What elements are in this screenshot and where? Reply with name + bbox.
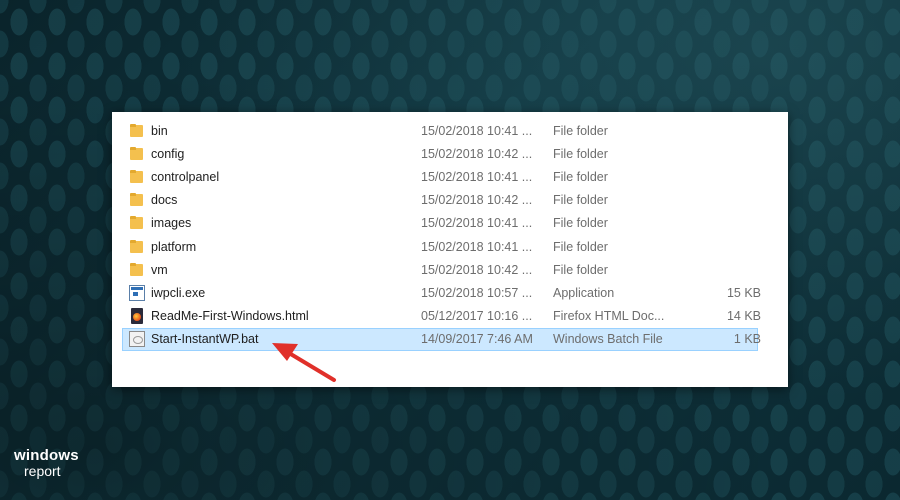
firefox-document-icon xyxy=(129,308,145,325)
folder-icon xyxy=(129,169,145,185)
file-size: 15 KB xyxy=(726,285,761,300)
file-name: images xyxy=(151,216,192,231)
file-date-modified: 15/02/2018 10:41 ... xyxy=(421,169,533,184)
batch-file-icon xyxy=(129,331,145,348)
file-date-modified: 15/02/2018 10:41 ... xyxy=(421,216,533,231)
file-name: config xyxy=(151,146,185,161)
file-row-controlpanel[interactable]: controlpanel 15/02/2018 10:41 ... File f… xyxy=(122,165,758,188)
folder-icon xyxy=(129,123,145,139)
file-date-modified: 15/02/2018 10:41 ... xyxy=(421,123,533,138)
file-type: File folder xyxy=(553,123,608,138)
file-date-modified: 15/02/2018 10:42 ... xyxy=(421,146,533,161)
file-date-modified: 14/09/2017 7:46 AM xyxy=(421,332,533,347)
file-size: 14 KB xyxy=(726,309,761,324)
file-type: File folder xyxy=(553,262,608,277)
file-explorer-list-panel: bin 15/02/2018 10:41 ... File folder con… xyxy=(112,112,788,387)
file-name: ReadMe-First-Windows.html xyxy=(151,309,309,324)
file-row-readme-html[interactable]: ReadMe-First-Windows.html 05/12/2017 10:… xyxy=(122,305,761,328)
file-row-images[interactable]: images 15/02/2018 10:41 ... File folder xyxy=(122,212,758,235)
file-row-iwpcli-exe[interactable]: iwpcli.exe 15/02/2018 10:57 ... Applicat… xyxy=(122,281,761,304)
file-type: Firefox HTML Doc... xyxy=(553,309,665,324)
file-type: File folder xyxy=(553,193,608,208)
file-name: Start-InstantWP.bat xyxy=(151,332,259,347)
file-name: iwpcli.exe xyxy=(151,285,206,300)
file-row-vm[interactable]: vm 15/02/2018 10:42 ... File folder xyxy=(122,258,758,281)
file-type: File folder xyxy=(553,146,608,161)
file-list: bin 15/02/2018 10:41 ... File folder con… xyxy=(122,119,761,351)
file-row-config[interactable]: config 15/02/2018 10:42 ... File folder xyxy=(122,142,758,165)
file-row-bin[interactable]: bin 15/02/2018 10:41 ... File folder xyxy=(122,119,758,142)
file-name: bin xyxy=(151,123,168,138)
file-date-modified: 15/02/2018 10:42 ... xyxy=(421,193,533,208)
file-name: vm xyxy=(151,262,168,277)
file-name: controlpanel xyxy=(151,169,220,184)
file-date-modified: 15/02/2018 10:41 ... xyxy=(421,239,533,254)
logo-line-1: windows xyxy=(14,447,79,464)
folder-icon xyxy=(129,215,145,231)
file-date-modified: 05/12/2017 10:16 ... xyxy=(421,309,533,324)
folder-icon xyxy=(129,239,145,255)
application-icon xyxy=(129,284,145,301)
file-name: docs xyxy=(151,193,178,208)
file-row-platform[interactable]: platform 15/02/2018 10:41 ... File folde… xyxy=(122,235,758,258)
logo-line-2: report xyxy=(24,463,61,479)
file-row-start-instantwp-bat[interactable]: Start-InstantWP.bat 14/09/2017 7:46 AM W… xyxy=(122,327,761,351)
folder-icon xyxy=(129,262,145,278)
file-type: Application xyxy=(553,285,615,300)
file-date-modified: 15/02/2018 10:57 ... xyxy=(421,285,533,300)
file-date-modified: 15/02/2018 10:42 ... xyxy=(421,262,533,277)
windows-report-logo: windows report xyxy=(14,448,79,478)
folder-icon xyxy=(129,192,145,208)
file-type: File folder xyxy=(553,169,608,184)
file-type: Windows Batch File xyxy=(553,332,663,347)
file-type: File folder xyxy=(553,216,608,231)
file-type: File folder xyxy=(553,239,608,254)
file-name: platform xyxy=(151,239,197,254)
file-size: 1 KB xyxy=(733,332,761,347)
folder-icon xyxy=(129,146,145,162)
file-row-docs[interactable]: docs 15/02/2018 10:42 ... File folder xyxy=(122,189,758,212)
